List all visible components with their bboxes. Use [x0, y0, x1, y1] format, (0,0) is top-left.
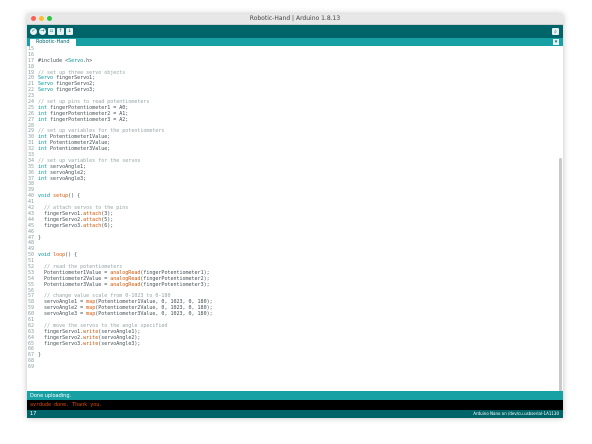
serial-monitor-icon: ⌕: [554, 28, 557, 35]
code-line: 55 Potentiometer3Value = analogRead(fing…: [28, 281, 213, 289]
line-text: int fingerPotentiometer3 = A2;: [38, 116, 129, 123]
line-text: }: [38, 352, 42, 359]
board-port-indicator: Arduino Nano on /dev/cu.usbserial-1A1130: [473, 411, 559, 416]
line-text: #include <Servo.h>: [38, 57, 93, 64]
save-button[interactable]: ↓: [66, 28, 73, 35]
tab-bar: Robotic-Hand ▾: [27, 38, 563, 46]
code-text: 15 16 17 #include <Servo.h> 18 19// set up th…: [28, 46, 213, 371]
status-message: Done uploading.: [30, 393, 72, 399]
line-text: Servo fingerServo3;: [38, 87, 96, 94]
arduino-ide-window: Robotic-Hand | Arduino 1.8.13 ✓ → ▫ ↑ ↓ …: [27, 14, 563, 418]
line-text: fingerServo3.attach(6);: [38, 222, 114, 229]
serial-monitor-button[interactable]: ⌕: [552, 28, 559, 35]
tab-menu-button[interactable]: ▾: [553, 39, 559, 45]
window-title: Robotic-Hand | Arduino 1.8.13: [249, 15, 341, 22]
line-number: 69: [28, 364, 35, 371]
toolbar: ✓ → ▫ ↑ ↓ ⌕: [27, 25, 563, 38]
line-text: int Potentiometer3Value;: [38, 146, 111, 153]
code-line: 69: [28, 364, 213, 371]
line-text: void setup() {: [38, 193, 81, 200]
code-line: 60 servoAngle3 = map(Potentiometer3Value…: [28, 311, 213, 318]
console-output: avrdude done. Thank you.: [30, 402, 103, 408]
verify-icon: ✓: [31, 28, 36, 34]
status-bar: Done uploading.: [27, 391, 563, 400]
verify-button[interactable]: ✓: [30, 28, 37, 35]
open-icon: ↑: [58, 28, 63, 34]
new-icon: ▫: [49, 28, 54, 34]
line-number-indicator: 17: [30, 411, 37, 417]
upload-icon: →: [40, 28, 45, 34]
title-bar: Robotic-Hand | Arduino 1.8.13: [27, 14, 563, 25]
tab-robotic-hand[interactable]: Robotic-Hand: [30, 39, 76, 46]
line-text: void loop() {: [38, 252, 78, 259]
line-text: fingerServo3.write(servoAngle3);: [38, 340, 141, 347]
bottom-status-bar: 17 Arduino Nano on /dev/cu.usbserial-1A1…: [27, 410, 563, 418]
line-text: Potentiometer3Value = analogRead(fingerP…: [38, 281, 210, 288]
upload-button[interactable]: →: [39, 28, 46, 35]
line-text: }: [38, 234, 42, 241]
chevron-down-icon: ▾: [554, 39, 558, 45]
new-button[interactable]: ▫: [48, 28, 55, 35]
line-text: servoAngle3 = map(Potentiometer3Value, 0…: [38, 311, 213, 318]
vertical-scrollbar[interactable]: [559, 158, 562, 391]
open-button[interactable]: ↑: [57, 28, 64, 35]
line-text: int servoAngle3;: [38, 175, 87, 182]
code-editor[interactable]: 15 16 17 #include <Servo.h> 18 19// set up th…: [27, 46, 563, 391]
save-icon: ↓: [67, 28, 72, 34]
